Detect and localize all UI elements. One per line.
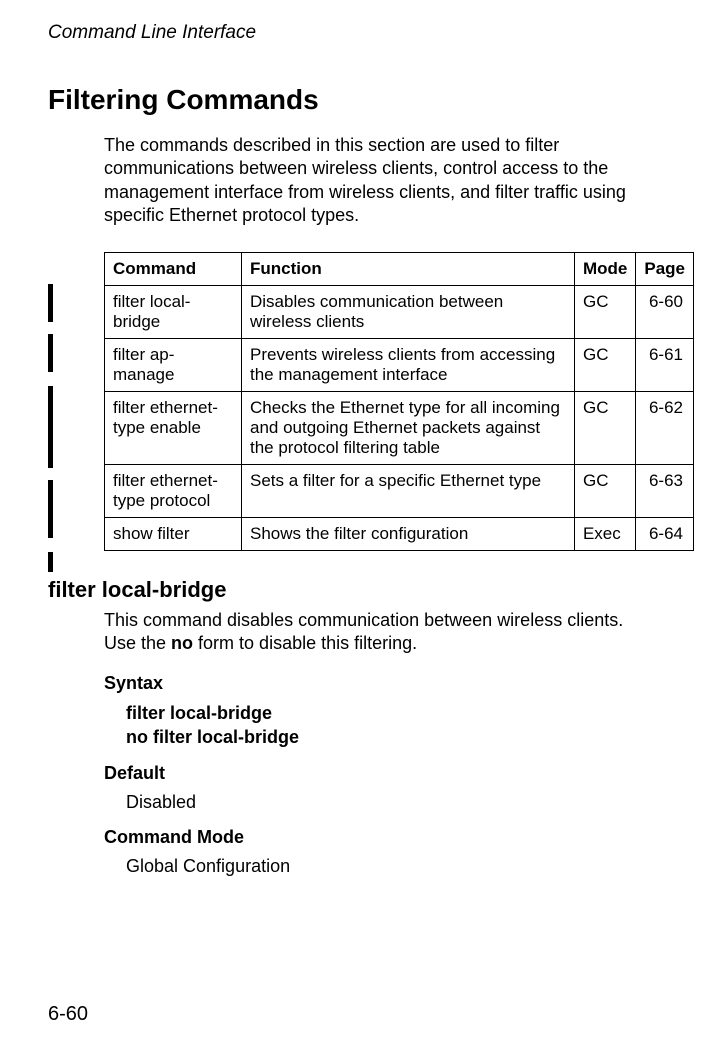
cell-mode: GC <box>574 464 635 517</box>
cmd-desc-bold: no <box>171 633 193 653</box>
table-row: show filter Shows the filter configurati… <box>105 517 694 550</box>
col-header-mode: Mode <box>574 252 635 285</box>
cell-command-text: filter ethernet-type enable <box>113 398 233 438</box>
cell-page: 6-63 <box>636 464 694 517</box>
command-mode-value: Global Configuration <box>126 856 654 877</box>
change-bar-icon <box>48 386 53 468</box>
cell-mode: GC <box>574 338 635 391</box>
change-bar-icon <box>48 552 53 572</box>
cell-command: filter ethernet-type enable <box>105 391 242 464</box>
cell-function: Sets a filter for a specific Ethernet ty… <box>242 464 575 517</box>
syntax-line: no filter local-bridge <box>126 726 654 749</box>
section-title: Filtering Commands <box>48 84 654 116</box>
change-bar-icon <box>48 284 53 322</box>
syntax-block: filter local-bridge no filter local-brid… <box>126 702 654 749</box>
page: Command Line Interface Filtering Command… <box>0 0 702 1052</box>
table-row: filter ap-manage Prevents wireless clien… <box>105 338 694 391</box>
cell-page: 6-64 <box>636 517 694 550</box>
cell-function: Disables communication between wireless … <box>242 285 575 338</box>
cell-page: 6-60 <box>636 285 694 338</box>
cell-function: Shows the filter configuration <box>242 517 575 550</box>
cell-mode: GC <box>574 391 635 464</box>
cell-command: filter local-bridge <box>105 285 242 338</box>
change-bar-icon <box>48 480 53 538</box>
page-number: 6-60 <box>48 1003 88 1026</box>
intro-paragraph: The commands described in this section a… <box>104 134 654 228</box>
cell-mode: Exec <box>574 517 635 550</box>
command-description: This command disables communication betw… <box>104 609 654 656</box>
table-row: filter ethernet-type protocol Sets a fil… <box>105 464 694 517</box>
cmd-desc-post: form to disable this filtering. <box>193 633 417 653</box>
syntax-label: Syntax <box>104 673 654 694</box>
default-value: Disabled <box>126 792 654 813</box>
default-label: Default <box>104 763 654 784</box>
cell-page: 6-62 <box>636 391 694 464</box>
table-row: filter local-bridge Disables communicati… <box>105 285 694 338</box>
table-header-row: Command Function Mode Page <box>105 252 694 285</box>
col-header-page: Page <box>636 252 694 285</box>
cell-command: filter ap-manage <box>105 338 242 391</box>
command-table-wrap: Command Function Mode Page filter local-… <box>104 252 654 551</box>
cell-command-text: filter ethernet-type protocol <box>113 471 233 511</box>
change-bar-icon <box>48 334 53 372</box>
cell-mode: GC <box>574 285 635 338</box>
running-head: Command Line Interface <box>48 22 654 44</box>
cell-function: Checks the Ethernet type for all incomin… <box>242 391 575 464</box>
col-header-command: Command <box>105 252 242 285</box>
cell-command: filter ethernet-type protocol <box>105 464 242 517</box>
command-table: Command Function Mode Page filter local-… <box>104 252 694 551</box>
command-heading: filter local-bridge <box>48 577 654 603</box>
syntax-line: filter local-bridge <box>126 702 654 725</box>
table-row: filter ethernet-type enable Checks the E… <box>105 391 694 464</box>
cell-page: 6-61 <box>636 338 694 391</box>
cell-function: Prevents wireless clients from accessing… <box>242 338 575 391</box>
command-mode-label: Command Mode <box>104 827 654 848</box>
col-header-function: Function <box>242 252 575 285</box>
cell-command: show filter <box>105 517 242 550</box>
